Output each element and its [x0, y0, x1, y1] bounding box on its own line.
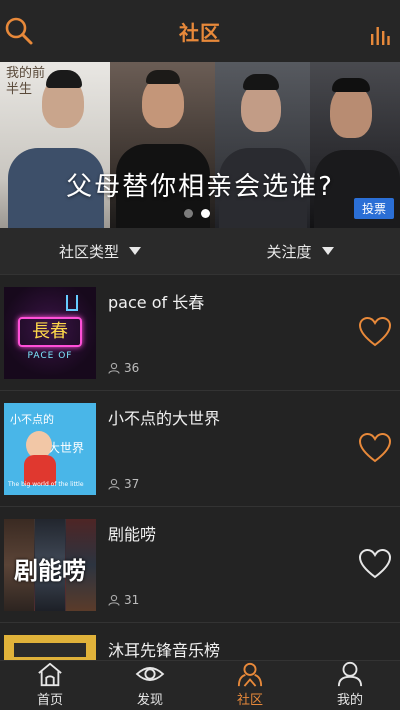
- member-count-value: 36: [124, 361, 140, 375]
- bottom-nav: 首页 发现 社区 我的: [0, 660, 400, 710]
- heart-icon[interactable]: [358, 315, 392, 349]
- series-logo-text: 我的前半生: [6, 66, 46, 97]
- member-count: 36: [108, 361, 139, 375]
- list-item[interactable]: 剧能唠 剧能唠 31: [0, 506, 400, 622]
- community-list: 長春 PACE OF pace of 长春 36 小不点的 大世界 The bi…: [0, 274, 400, 660]
- banner-photo-panel: [110, 62, 215, 228]
- community-name: 沐耳先锋音乐榜: [108, 641, 221, 660]
- thumb-neon-subtitle: PACE OF: [27, 351, 73, 361]
- carousel-dots: [184, 209, 210, 218]
- heart-icon[interactable]: [358, 431, 392, 465]
- filter-label: 社区类型: [58, 242, 119, 261]
- member-count-value: 31: [124, 593, 140, 607]
- carousel-dot-active[interactable]: [201, 209, 210, 218]
- person-icon: [108, 594, 120, 606]
- app-header: 社区: [0, 0, 400, 62]
- triangle-down-icon: [129, 247, 141, 255]
- member-count-value: 37: [124, 477, 140, 491]
- nav-label: 社区: [236, 693, 263, 708]
- search-icon[interactable]: [4, 16, 34, 46]
- thumb-caption: The big world of the little: [8, 481, 84, 488]
- community-icon: [237, 662, 263, 687]
- person-icon: [337, 661, 363, 687]
- promo-banner[interactable]: 我的前半生 父母替你相亲会选谁? 投票: [0, 62, 400, 228]
- filter-popularity[interactable]: 关注度: [200, 241, 400, 262]
- community-thumbnail: 剧能唠: [4, 519, 96, 611]
- list-item[interactable]: 小不点的 大世界 The big world of the little 小不点…: [0, 390, 400, 506]
- thumb-title: 剧能唠: [14, 557, 86, 585]
- banner-slogan: 父母替你相亲会选谁?: [66, 172, 334, 202]
- nav-tab-home[interactable]: 首页: [0, 661, 100, 710]
- nav-tab-profile[interactable]: 我的: [300, 661, 400, 710]
- nav-tab-discover[interactable]: 发现: [100, 661, 200, 710]
- nav-label: 发现: [136, 693, 163, 708]
- thumb-neon-title: 長春: [18, 317, 82, 347]
- community-name: 小不点的大世界: [108, 409, 221, 428]
- person-icon: [108, 478, 120, 490]
- community-thumbnail: 小不点的 大世界 The big world of the little: [4, 403, 96, 495]
- list-item[interactable]: 沐耳先锋音乐榜: [0, 622, 400, 660]
- banner-photo-panel: [215, 62, 310, 228]
- page-title: 社区: [179, 20, 221, 45]
- stats-icon[interactable]: [370, 24, 390, 46]
- member-count: 31: [108, 593, 139, 607]
- community-name: 剧能唠: [108, 525, 157, 544]
- person-icon: [108, 362, 120, 374]
- filter-bar: 社区类型 关注度: [0, 228, 400, 274]
- member-count: 37: [108, 477, 139, 491]
- filter-community-type[interactable]: 社区类型: [0, 241, 200, 262]
- carousel-dot[interactable]: [184, 209, 193, 218]
- home-icon: [38, 662, 62, 687]
- community-thumbnail: 長春 PACE OF: [4, 287, 96, 379]
- thumb-title-2: 大世界: [48, 441, 85, 455]
- nav-label: 首页: [36, 693, 63, 708]
- vote-badge[interactable]: 投票: [353, 198, 394, 219]
- list-item[interactable]: 長春 PACE OF pace of 长春 36: [0, 274, 400, 390]
- heart-icon[interactable]: [358, 547, 392, 581]
- nav-label: 我的: [336, 693, 363, 708]
- nav-tab-community[interactable]: 社区: [200, 661, 300, 710]
- filter-label: 关注度: [266, 242, 312, 261]
- community-name: pace of 长春: [108, 293, 205, 312]
- community-thumbnail: [4, 635, 96, 660]
- triangle-down-icon: [321, 247, 334, 255]
- thumb-title-1: 小不点的: [10, 413, 54, 426]
- eye-icon: [135, 667, 165, 681]
